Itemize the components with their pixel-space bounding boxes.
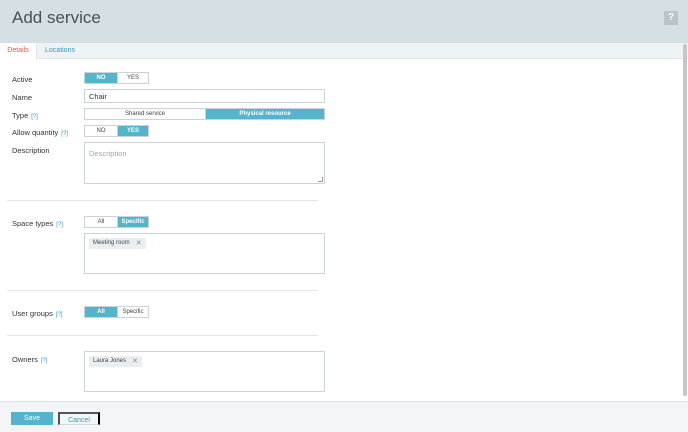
tab-locations[interactable]: Locations — [38, 43, 82, 59]
allow-quantity-label: Allow quantity [?] — [12, 128, 68, 137]
space-type-tag-label: Meeting room — [93, 240, 130, 246]
form-footer: Save Cancel — [0, 401, 688, 432]
space-types-label: Space types [?] — [12, 219, 63, 228]
type-toggle: Shared service Physical resource — [84, 108, 325, 120]
page-title: Add service — [12, 8, 101, 27]
allow-quantity-yes-button[interactable]: YES — [117, 126, 148, 136]
remove-tag-icon[interactable]: ✕ — [132, 356, 138, 367]
save-button[interactable]: Save — [11, 412, 53, 425]
name-label: Name — [12, 93, 33, 102]
description-label: Description — [12, 146, 50, 155]
owners-label: Owners [?] — [12, 355, 48, 364]
space-type-tag: Meeting room ✕ — [89, 238, 146, 249]
type-physical-resource-button[interactable]: Physical resource — [205, 109, 324, 119]
owners-help-link[interactable]: [?] — [41, 358, 48, 364]
description-textarea[interactable]: Description — [84, 142, 325, 184]
divider — [7, 335, 318, 336]
description-placeholder: Description — [89, 149, 127, 158]
user-groups-specific-button[interactable]: Specific — [117, 307, 148, 317]
remove-tag-icon[interactable]: ✕ — [136, 238, 142, 249]
space-types-specific-button[interactable]: Specific — [117, 217, 148, 227]
tab-bar: Details Locations — [0, 43, 688, 59]
user-groups-help-link[interactable]: [?] — [56, 312, 63, 318]
tab-details[interactable]: Details — [0, 43, 37, 59]
divider — [7, 290, 318, 291]
page-header: Add service ? — [0, 0, 688, 43]
active-label: Active — [12, 75, 33, 84]
active-toggle: NO YES — [84, 72, 149, 84]
resize-handle-icon[interactable] — [318, 177, 323, 182]
active-yes-button[interactable]: YES — [117, 73, 148, 83]
allow-quantity-help-link[interactable]: [?] — [61, 131, 68, 137]
type-shared-service-button[interactable]: Shared service — [85, 109, 205, 119]
user-groups-all-button[interactable]: All — [85, 307, 117, 317]
owner-tag: Laura Jones ✕ — [89, 356, 142, 367]
scrollbar[interactable] — [683, 44, 687, 399]
divider — [7, 200, 318, 201]
space-types-all-button[interactable]: All — [85, 217, 117, 227]
space-types-toggle: All Specific — [84, 216, 149, 228]
help-icon[interactable]: ? — [664, 11, 678, 25]
owner-tag-label: Laura Jones — [93, 358, 127, 364]
owners-tag-box[interactable]: Laura Jones ✕ — [84, 351, 325, 392]
cancel-button[interactable]: Cancel — [58, 412, 100, 425]
user-groups-label: User groups [?] — [12, 309, 63, 318]
space-types-help-link[interactable]: [?] — [56, 222, 63, 228]
scrollbar-thumb[interactable] — [683, 44, 687, 396]
name-input[interactable] — [84, 89, 325, 103]
space-types-tag-box[interactable]: Meeting room ✕ — [84, 233, 325, 274]
allow-quantity-no-button[interactable]: NO — [85, 126, 117, 136]
active-no-button[interactable]: NO — [85, 73, 117, 83]
type-label: Type [?] — [12, 111, 38, 120]
user-groups-toggle: All Specific — [84, 306, 149, 318]
type-help-link[interactable]: [?] — [31, 114, 38, 120]
allow-quantity-toggle: NO YES — [84, 125, 149, 137]
